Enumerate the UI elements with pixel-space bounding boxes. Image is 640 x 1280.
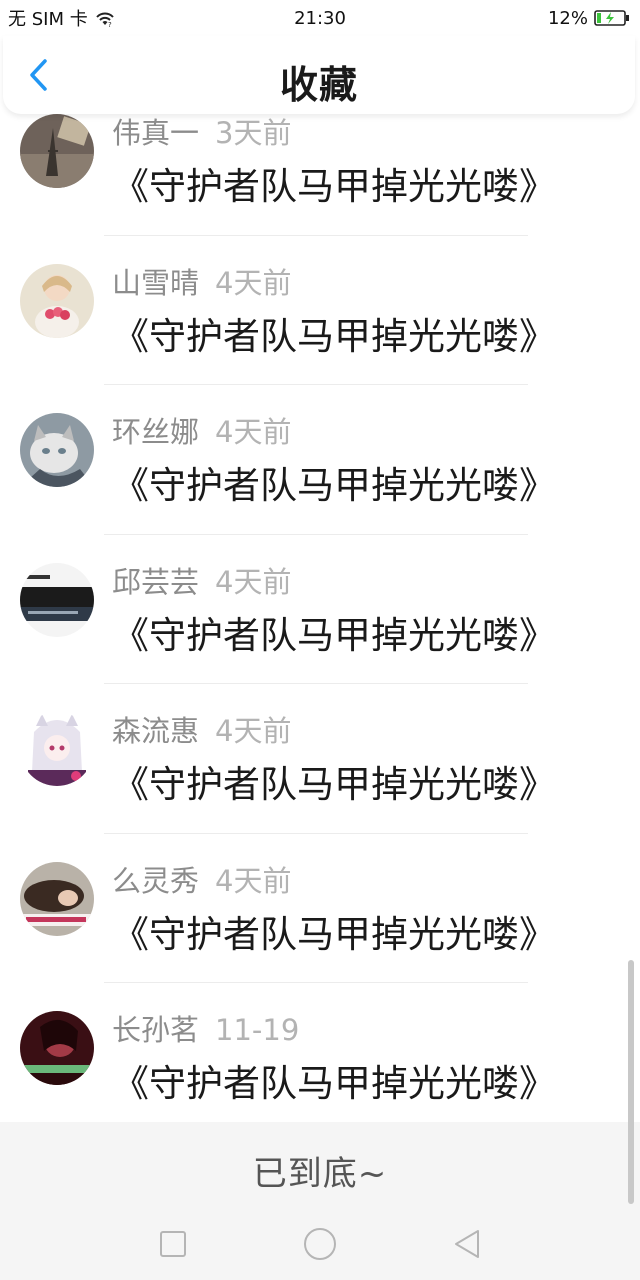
end-of-list: 已到底~ <box>0 1122 640 1218</box>
post-time: 3天前 <box>215 116 292 150</box>
user-name: 环丝娜 <box>112 415 200 449</box>
svg-text:?: ? <box>108 21 112 27</box>
avatar[interactable] <box>20 562 94 637</box>
item-meta: 森流惠 4天前 <box>112 708 291 750</box>
item-title[interactable]: 《守护者队马甲掉光光喽》 <box>112 754 556 808</box>
list-item[interactable]: 森流惠 4天前 《守护者队马甲掉光光喽》 <box>0 684 640 834</box>
square-icon <box>160 1231 187 1257</box>
post-time: 4天前 <box>215 265 292 300</box>
user-name: 山雪晴 <box>112 265 200 300</box>
battery-percent: 12% <box>547 7 588 29</box>
item-title[interactable]: 《守护者队马甲掉光光喽》 <box>112 156 556 210</box>
item-title[interactable]: 《守护者队马甲掉光光喽》 <box>112 306 556 360</box>
item-meta: 么灵秀 4天前 <box>112 858 291 900</box>
item-title[interactable]: 《守护者队马甲掉光光喽》 <box>112 1053 556 1107</box>
item-title[interactable]: 《守护者队马甲掉光光喽》 <box>112 904 556 958</box>
item-title[interactable]: 《守护者队马甲掉光光喽》 <box>112 605 556 659</box>
wifi-icon: ? <box>94 9 116 27</box>
item-meta: 邱芸芸 4天前 <box>112 559 291 601</box>
end-text: 已到底~ <box>252 1153 388 1194</box>
item-meta: 伟真一 3天前 <box>112 110 291 152</box>
item-title[interactable]: 《守护者队马甲掉光光喽》 <box>112 455 556 509</box>
post-time: 4天前 <box>215 863 292 898</box>
user-name: 邱芸芸 <box>112 564 200 599</box>
avatar[interactable] <box>20 1011 94 1085</box>
scrollbar[interactable] <box>628 960 634 1204</box>
list-item[interactable]: 么灵秀 4天前 《守护者队马甲掉光光喽》 <box>0 834 640 983</box>
post-time: 4天前 <box>215 415 292 449</box>
item-meta: 长孙茗 11-19 <box>112 1007 299 1049</box>
user-name: 森流惠 <box>112 714 200 748</box>
item-meta: 环丝娜 4天前 <box>112 409 291 451</box>
status-right: 12% <box>548 8 640 29</box>
avatar[interactable] <box>20 263 94 338</box>
app-header: 收藏 <box>3 36 635 114</box>
home-button[interactable] <box>298 1222 342 1266</box>
favorites-list: 伟真一 3天前 《守护者队马甲掉光光喽》 山雪晴 4天前 《守护者队马甲掉光光喽… <box>0 86 640 1133</box>
page-title: 收藏 <box>279 63 358 107</box>
nav-back-button[interactable] <box>445 1222 489 1266</box>
recent-apps-button[interactable] <box>151 1222 195 1266</box>
user-name: 长孙茗 <box>112 1013 200 1047</box>
status-left: 无 SIM 卡 ? <box>0 5 116 31</box>
triangle-back-icon <box>454 1230 479 1258</box>
post-time: 11-19 <box>215 1013 300 1047</box>
battery-icon <box>594 9 630 27</box>
post-time: 4天前 <box>215 714 292 748</box>
carrier-text: 无 SIM 卡 <box>8 9 88 30</box>
list-item[interactable]: 山雪晴 4天前 《守护者队马甲掉光光喽》 <box>0 236 640 385</box>
screen: 无 SIM 卡 ? 21:30 12% 收藏 伟真一 3天前 《守护者队马甲掉光… <box>0 0 640 1280</box>
list-item[interactable]: 长孙茗 11-19 《守护者队马甲掉光光喽》 <box>0 983 640 1133</box>
avatar[interactable] <box>20 413 94 487</box>
avatar[interactable] <box>20 114 94 188</box>
user-name: 么灵秀 <box>112 863 200 898</box>
user-name: 伟真一 <box>112 116 200 150</box>
item-meta: 山雪晴 4天前 <box>112 260 291 302</box>
avatar[interactable] <box>20 712 94 786</box>
list-item[interactable]: 邱芸芸 4天前 《守护者队马甲掉光光喽》 <box>0 535 640 684</box>
circle-icon <box>303 1228 336 1260</box>
post-time: 4天前 <box>215 564 292 599</box>
list-item[interactable]: 环丝娜 4天前 《守护者队马甲掉光光喽》 <box>0 385 640 535</box>
status-bar: 无 SIM 卡 ? 21:30 12% <box>0 0 640 36</box>
avatar[interactable] <box>20 861 94 936</box>
system-nav-bar <box>0 1208 640 1280</box>
